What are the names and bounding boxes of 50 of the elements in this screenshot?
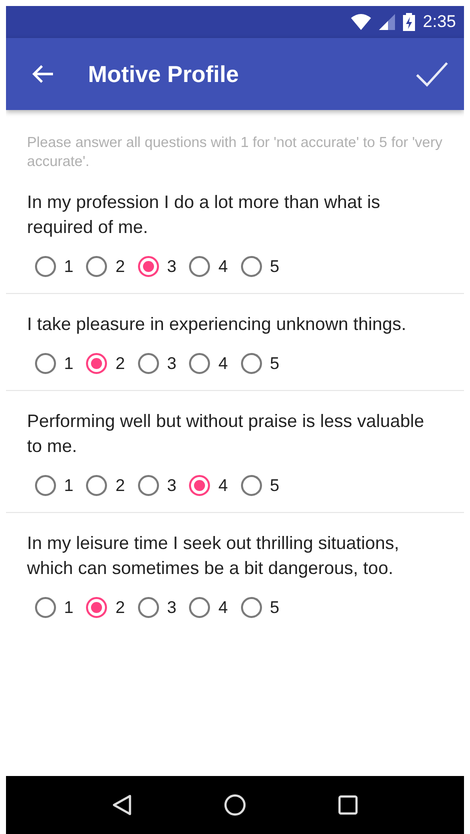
rating-option[interactable]: 1 xyxy=(35,597,74,618)
radio-button[interactable] xyxy=(86,256,108,277)
rating-option[interactable]: 5 xyxy=(240,353,280,374)
rating-option[interactable]: 4 xyxy=(189,475,228,496)
radio-button[interactable] xyxy=(240,353,262,374)
question-text: I take pleasure in experiencing unknown things. xyxy=(27,313,408,336)
instructions-text: Please answer all questions with 1 for 'not accurate' to 5 for 'very accurate'. xyxy=(26,134,444,172)
radio-button[interactable] xyxy=(138,256,159,277)
radio-button[interactable] xyxy=(240,597,262,618)
rating-option[interactable]: 2 xyxy=(86,475,125,496)
rating-option[interactable]: 1 xyxy=(35,475,74,496)
status-time: 2:35 xyxy=(422,12,456,32)
rating-option[interactable]: 4 xyxy=(189,353,228,374)
radio-button[interactable] xyxy=(35,597,56,618)
rating-option[interactable]: 1 xyxy=(35,256,74,277)
rating-option[interactable]: 2 xyxy=(86,256,125,277)
rating-option[interactable]: 3 xyxy=(138,597,176,618)
signal-icon xyxy=(378,14,395,30)
radio-button[interactable] xyxy=(189,256,210,277)
radio-button[interactable] xyxy=(189,353,210,374)
radio-button[interactable] xyxy=(138,475,159,496)
rating-option[interactable]: 1 xyxy=(35,353,74,374)
battery-icon xyxy=(402,13,415,31)
question-text: In my leisure time I seek out thrilling situations, which can sometimes be a bit dangerous, too. xyxy=(27,532,400,580)
rating-option[interactable]: 2 xyxy=(86,353,125,374)
question-text: Performing well but without praise is less valuable to me. xyxy=(27,410,426,458)
radio-button[interactable] xyxy=(35,475,56,496)
rating-option[interactable]: 5 xyxy=(240,475,280,496)
radio-button[interactable] xyxy=(138,597,159,618)
screen-title: Motive Profile xyxy=(88,60,240,88)
radio-button[interactable] xyxy=(138,353,159,374)
radio-button[interactable] xyxy=(189,475,210,496)
radio-button[interactable] xyxy=(86,353,108,374)
radio-button[interactable] xyxy=(189,597,210,618)
rating-option[interactable]: 2 xyxy=(86,597,125,618)
rating-option[interactable]: 3 xyxy=(138,353,176,374)
radio-button[interactable] xyxy=(35,256,56,277)
radio-button[interactable] xyxy=(240,475,262,496)
rating-option[interactable]: 5 xyxy=(240,597,280,618)
question-text: In my profession I do a lot more than what is required of me. xyxy=(27,191,382,239)
radio-button[interactable] xyxy=(86,475,108,496)
rating-option[interactable]: 5 xyxy=(240,256,280,277)
rating-option[interactable]: 4 xyxy=(189,597,228,618)
rating-option[interactable]: 3 xyxy=(138,256,176,277)
rating-option[interactable]: 4 xyxy=(189,256,228,277)
wifi-icon xyxy=(350,14,371,30)
radio-button[interactable] xyxy=(240,256,262,277)
rating-option[interactable]: 3 xyxy=(138,475,176,496)
radio-button[interactable] xyxy=(35,353,56,374)
radio-button[interactable] xyxy=(86,597,108,618)
